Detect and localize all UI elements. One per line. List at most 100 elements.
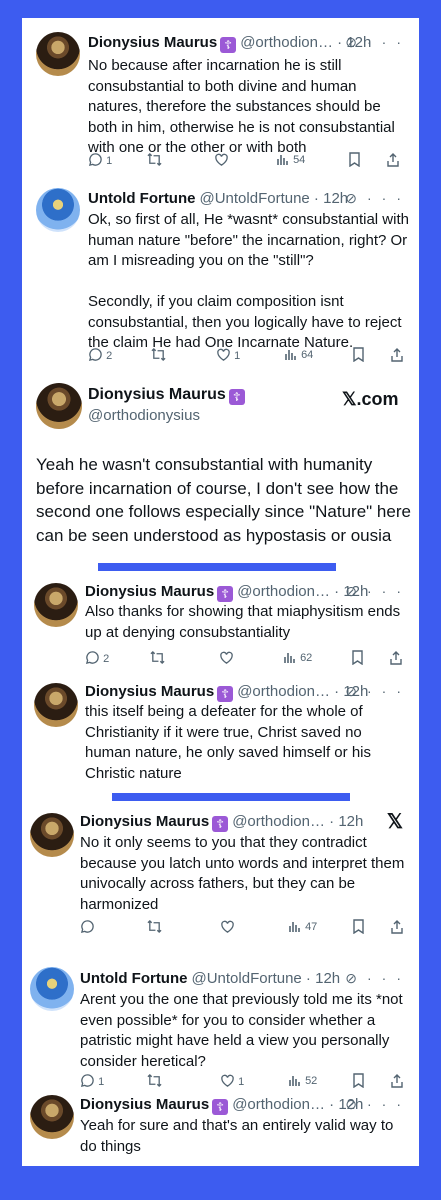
grok-icon[interactable]: ⊘ [345,190,367,206]
timestamp[interactable]: 12h [338,813,363,830]
reply-button[interactable] [80,919,95,934]
like-button[interactable] [219,650,234,665]
reply-button[interactable]: 2 [88,347,112,362]
grok-icon[interactable]: ⊘ [345,1096,367,1112]
like-icon [220,651,233,664]
display-name[interactable]: Dionysius Maurus [80,813,209,830]
tweet-header: Dionysius Maurus ☦ [88,386,245,405]
collage-divider [112,793,350,801]
xcom-watermark: 𝕏.com [342,389,399,409]
bookmark-icon [352,650,363,666]
screenshot-card: Dionysius Maurus ☦ @orthodion… · 12h ⊘··· … [22,18,419,1166]
tweet-header: Dionysius Maurus ☦ @orthodion… · 12h [85,583,369,602]
tweet-text-paragraph-1: Ok, so first of all, He *wasnt* consubst… [88,211,409,269]
retweet-button[interactable] [150,347,167,362]
avatar[interactable] [36,188,80,232]
avatar[interactable] [36,32,80,76]
display-name[interactable]: Dionysius Maurus [80,1096,209,1113]
handle[interactable]: @orthodionysius [88,407,200,424]
handle[interactable]: @orthodion… [237,583,330,600]
display-name[interactable]: Untold Fortune [88,190,195,207]
share-button[interactable] [390,919,404,934]
more-icon[interactable]: ··· [367,190,411,206]
bookmark-button[interactable] [348,152,361,168]
like-button[interactable] [220,919,235,934]
like-button[interactable]: 1 [216,347,240,362]
display-name[interactable]: Dionysius Maurus [85,583,214,600]
tweet-2[interactable]: Untold Fortune @UntoldFortune · 12h ⊘··· … [22,178,419,373]
tweet-1[interactable]: Dionysius Maurus ☦ @orthodion… · 12h ⊘··· … [22,18,419,178]
tweet-text: Arent you the one that previously told m… [80,991,403,1070]
grok-icon[interactable]: ⊘ [345,34,367,50]
header-actions: ⊘··· [345,1096,411,1113]
more-icon[interactable]: ··· [367,683,411,699]
views-button[interactable]: 47 [288,919,317,933]
bookmark-icon [349,152,360,168]
grok-icon[interactable]: ⊘ [345,683,367,699]
tweet-5[interactable]: Dionysius Maurus ☦ @orthodion… · 12h ⊘··· … [22,673,419,801]
display-name[interactable]: Dionysius Maurus [85,683,214,700]
avatar[interactable] [30,967,74,1011]
display-name[interactable]: Dionysius Maurus [88,386,226,403]
avatar[interactable] [36,383,82,429]
grok-icon[interactable]: ⊘ [345,970,367,986]
retweet-button[interactable] [146,152,163,167]
like-button[interactable] [214,152,229,167]
bookmark-button[interactable] [352,347,365,363]
avatar[interactable] [34,583,78,627]
views-icon [289,922,300,932]
display-name[interactable]: Dionysius Maurus [88,34,217,51]
handle[interactable]: @UntoldFortune [191,970,301,987]
like-icon [221,920,234,933]
header-actions: ⊘··· [345,970,411,987]
avatar[interactable] [30,1095,74,1139]
retweet-button[interactable] [149,650,166,665]
reply-icon [80,920,94,934]
share-button[interactable] [390,347,404,362]
reply-button[interactable]: 2 [85,650,109,665]
handle[interactable]: @orthodion… [237,683,330,700]
grok-icon[interactable]: ⊘ [345,583,367,599]
tweet-8[interactable]: Dionysius Maurus ☦ @orthodion… · 12h ⊘··· … [22,1083,419,1166]
more-icon[interactable]: ··· [367,970,411,986]
action-bar: 2 1 64 [88,347,408,365]
retweet-button[interactable] [146,919,163,934]
share-button[interactable] [389,650,403,665]
display-name[interactable]: Untold Fortune [80,970,187,987]
tweet-header: Dionysius Maurus ☦ @orthodion… · 12h [80,813,364,832]
bookmark-icon [353,919,364,935]
bookmark-button[interactable] [351,650,364,666]
handle[interactable]: @orthodion… [232,813,325,830]
views-button[interactable]: 54 [276,152,305,166]
handle[interactable]: @UntoldFortune [199,190,309,207]
avatar[interactable] [30,813,74,857]
avatar[interactable] [34,683,78,727]
views-button[interactable]: 64 [284,347,313,361]
cross-badge-icon: ☦ [228,389,245,405]
tweet-7[interactable]: Untold Fortune @UntoldFortune · 12h ⊘··· … [22,953,419,1089]
x-logo-icon: 𝕏 [386,811,403,833]
views-button[interactable]: 62 [283,650,312,664]
reply-icon [85,651,99,665]
header-actions: ⊘··· [345,583,411,600]
reply-icon [88,153,102,167]
cross-badge-icon: ☦ [212,816,229,832]
handle[interactable]: @orthodion… [240,34,333,51]
more-icon[interactable]: ··· [367,583,411,599]
handle[interactable]: @orthodion… [232,1096,325,1113]
more-icon[interactable]: ··· [367,34,411,50]
more-icon[interactable]: ··· [367,1096,411,1112]
tweet-text-paragraph-2: Secondly, if you claim composition isnt … [88,293,402,351]
reply-icon [88,348,102,362]
tweet-text: Also thanks for showing that miaphysitis… [85,603,401,641]
bookmark-button[interactable] [352,919,365,935]
action-bar: 1 54 [88,152,408,170]
tweet-4[interactable]: Dionysius Maurus ☦ @orthodion… · 12h ⊘··· … [22,573,419,673]
tweet-6[interactable]: Dionysius Maurus ☦ @orthodion… · 12h 𝕏 No … [22,803,419,953]
tweet-3-expanded[interactable]: Dionysius Maurus ☦ @orthodionysius 𝕏.com … [22,373,419,573]
share-button[interactable] [386,152,400,167]
timestamp[interactable]: 12h [315,970,340,987]
reply-button[interactable]: 1 [88,152,112,167]
bookmark-icon [353,347,364,363]
tweet-header: Dionysius Maurus ☦ @orthodion… · 12h [85,683,369,702]
